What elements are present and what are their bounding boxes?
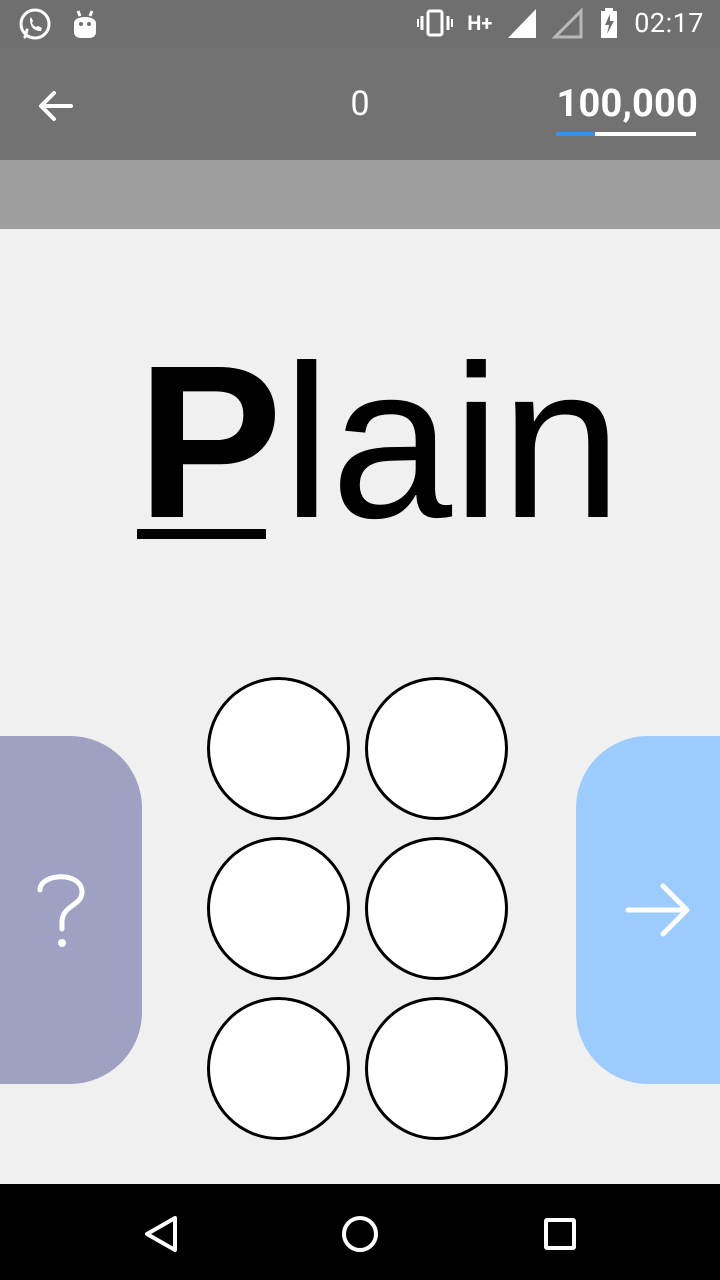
status-time: 02:17 bbox=[634, 7, 704, 39]
whatsapp-icon bbox=[19, 8, 51, 40]
android-icon bbox=[74, 10, 96, 38]
next-button[interactable] bbox=[576, 736, 720, 1084]
lesson-subbar bbox=[0, 160, 720, 229]
battery-charging-icon bbox=[601, 8, 618, 38]
goal-progress-track bbox=[556, 132, 696, 136]
current-letter-underline bbox=[137, 529, 266, 539]
help-button[interactable] bbox=[0, 736, 142, 1084]
goal-progress-fill bbox=[556, 132, 596, 136]
question-mark-icon bbox=[37, 874, 85, 947]
remaining-letters: lain bbox=[282, 321, 622, 564]
home-circle-icon[interactable] bbox=[336, 1210, 384, 1258]
word-display-area: Plain bbox=[0, 229, 720, 579]
status-bar: H+ 02:17 bbox=[0, 0, 720, 48]
braille-cell bbox=[205, 675, 515, 1145]
braille-dot-1[interactable] bbox=[207, 677, 350, 820]
network-type: H+ bbox=[467, 11, 493, 35]
braille-dot-5[interactable] bbox=[365, 837, 508, 980]
braille-dot-2[interactable] bbox=[207, 837, 350, 980]
app-bar: 0 100,000 bbox=[0, 48, 720, 160]
signal-empty-icon bbox=[552, 7, 583, 39]
braille-dot-4[interactable] bbox=[365, 677, 508, 820]
practice-word: Plain bbox=[137, 334, 622, 552]
back-triangle-icon[interactable] bbox=[136, 1210, 184, 1258]
vibrate-icon bbox=[417, 9, 454, 37]
status-system-icons: H+ 02:17 bbox=[417, 6, 704, 40]
status-notification-icons bbox=[18, 7, 100, 41]
signal-icon bbox=[508, 9, 537, 38]
braille-dot-3[interactable] bbox=[207, 997, 350, 1140]
recents-square-icon[interactable] bbox=[536, 1210, 584, 1258]
next-arrow-icon bbox=[625, 883, 690, 937]
braille-dot-6[interactable] bbox=[365, 997, 508, 1140]
goal-score: 100,000 bbox=[556, 82, 698, 126]
highlighted-letter: P bbox=[137, 321, 283, 564]
system-navigation-bar bbox=[0, 1184, 720, 1280]
